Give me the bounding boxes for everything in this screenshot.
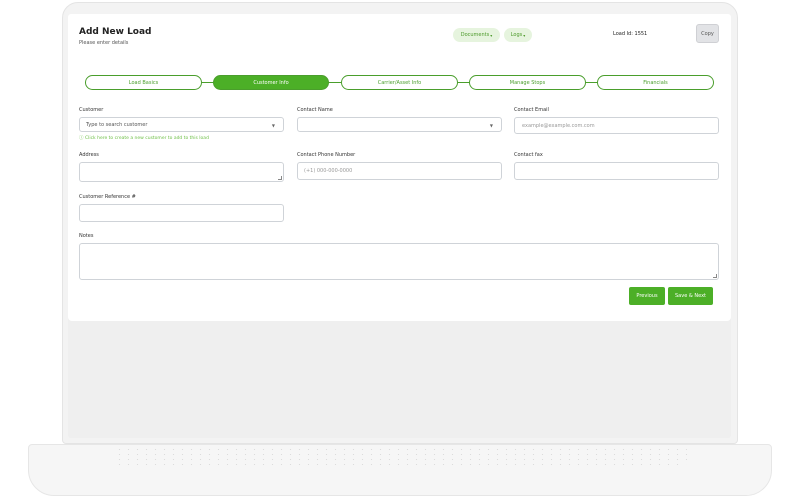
- previous-button[interactable]: Previous: [629, 287, 665, 305]
- caret-down-icon: ▼: [271, 123, 275, 128]
- documents-label: Documents: [460, 32, 490, 38]
- contact-phone-placeholder: (+1) 000-000-0000: [304, 168, 353, 174]
- page-title: Add New Load: [79, 27, 152, 37]
- info-icon: ⓘ: [79, 136, 84, 141]
- caret-down-icon: ▼: [489, 123, 493, 128]
- step-customer-info[interactable]: Customer Info: [213, 75, 329, 90]
- laptop-screen: Add New Load Please enter details Docume…: [68, 14, 731, 438]
- notes-textarea[interactable]: [79, 243, 719, 280]
- contact-fax-label: Contact fax: [514, 152, 543, 158]
- address-textarea[interactable]: [79, 162, 284, 182]
- contact-phone-field[interactable]: (+1) 000-000-0000: [297, 162, 502, 180]
- step-manage-stops[interactable]: Manage Stops: [469, 75, 586, 90]
- customer-select[interactable]: Type to search customer ▼: [79, 117, 284, 132]
- load-id: Load Id: 1551: [613, 31, 648, 37]
- resize-handle-icon[interactable]: [278, 176, 282, 180]
- add-load-card: Add New Load Please enter details Docume…: [68, 14, 731, 321]
- contact-fax-field[interactable]: [514, 162, 719, 180]
- page-subtitle: Please enter details: [79, 40, 129, 46]
- resize-handle-icon[interactable]: [713, 274, 717, 278]
- create-customer-link[interactable]: ⓘ Click here to create a new customer to…: [79, 135, 209, 141]
- contact-name-label: Contact Name: [297, 107, 333, 113]
- keyboard: [115, 447, 687, 465]
- chevron-down-icon: ▾: [490, 32, 493, 38]
- logs-label: Logs: [510, 32, 523, 38]
- create-customer-hint: Click here to create a new customer to a…: [84, 136, 209, 141]
- contact-email-placeholder: example@example.com.com: [522, 122, 595, 129]
- step-load-basics[interactable]: Load Basics: [85, 75, 202, 90]
- step-carrier-asset-info[interactable]: Carrier/Asset Info: [341, 75, 458, 90]
- save-next-button[interactable]: Save & Next: [668, 287, 713, 305]
- chevron-down-icon: ▾: [523, 32, 526, 38]
- contact-email-field[interactable]: example@example.com.com: [514, 117, 719, 134]
- logs-dropdown[interactable]: Logs ▾: [504, 28, 532, 42]
- address-label: Address: [79, 152, 99, 158]
- copy-button[interactable]: Copy: [696, 24, 719, 43]
- customer-label: Customer: [79, 107, 104, 113]
- customer-placeholder: Type to search customer: [86, 121, 148, 128]
- customer-ref-field[interactable]: [79, 204, 284, 222]
- customer-ref-label: Customer Reference #: [79, 194, 136, 200]
- documents-dropdown[interactable]: Documents ▾: [453, 28, 500, 42]
- contact-name-select[interactable]: ▼: [297, 117, 502, 132]
- notes-label: Notes: [79, 233, 94, 239]
- contact-phone-label: Contact Phone Number: [297, 152, 356, 158]
- step-financials[interactable]: Financials: [597, 75, 714, 90]
- contact-email-label: Contact Email: [514, 107, 549, 113]
